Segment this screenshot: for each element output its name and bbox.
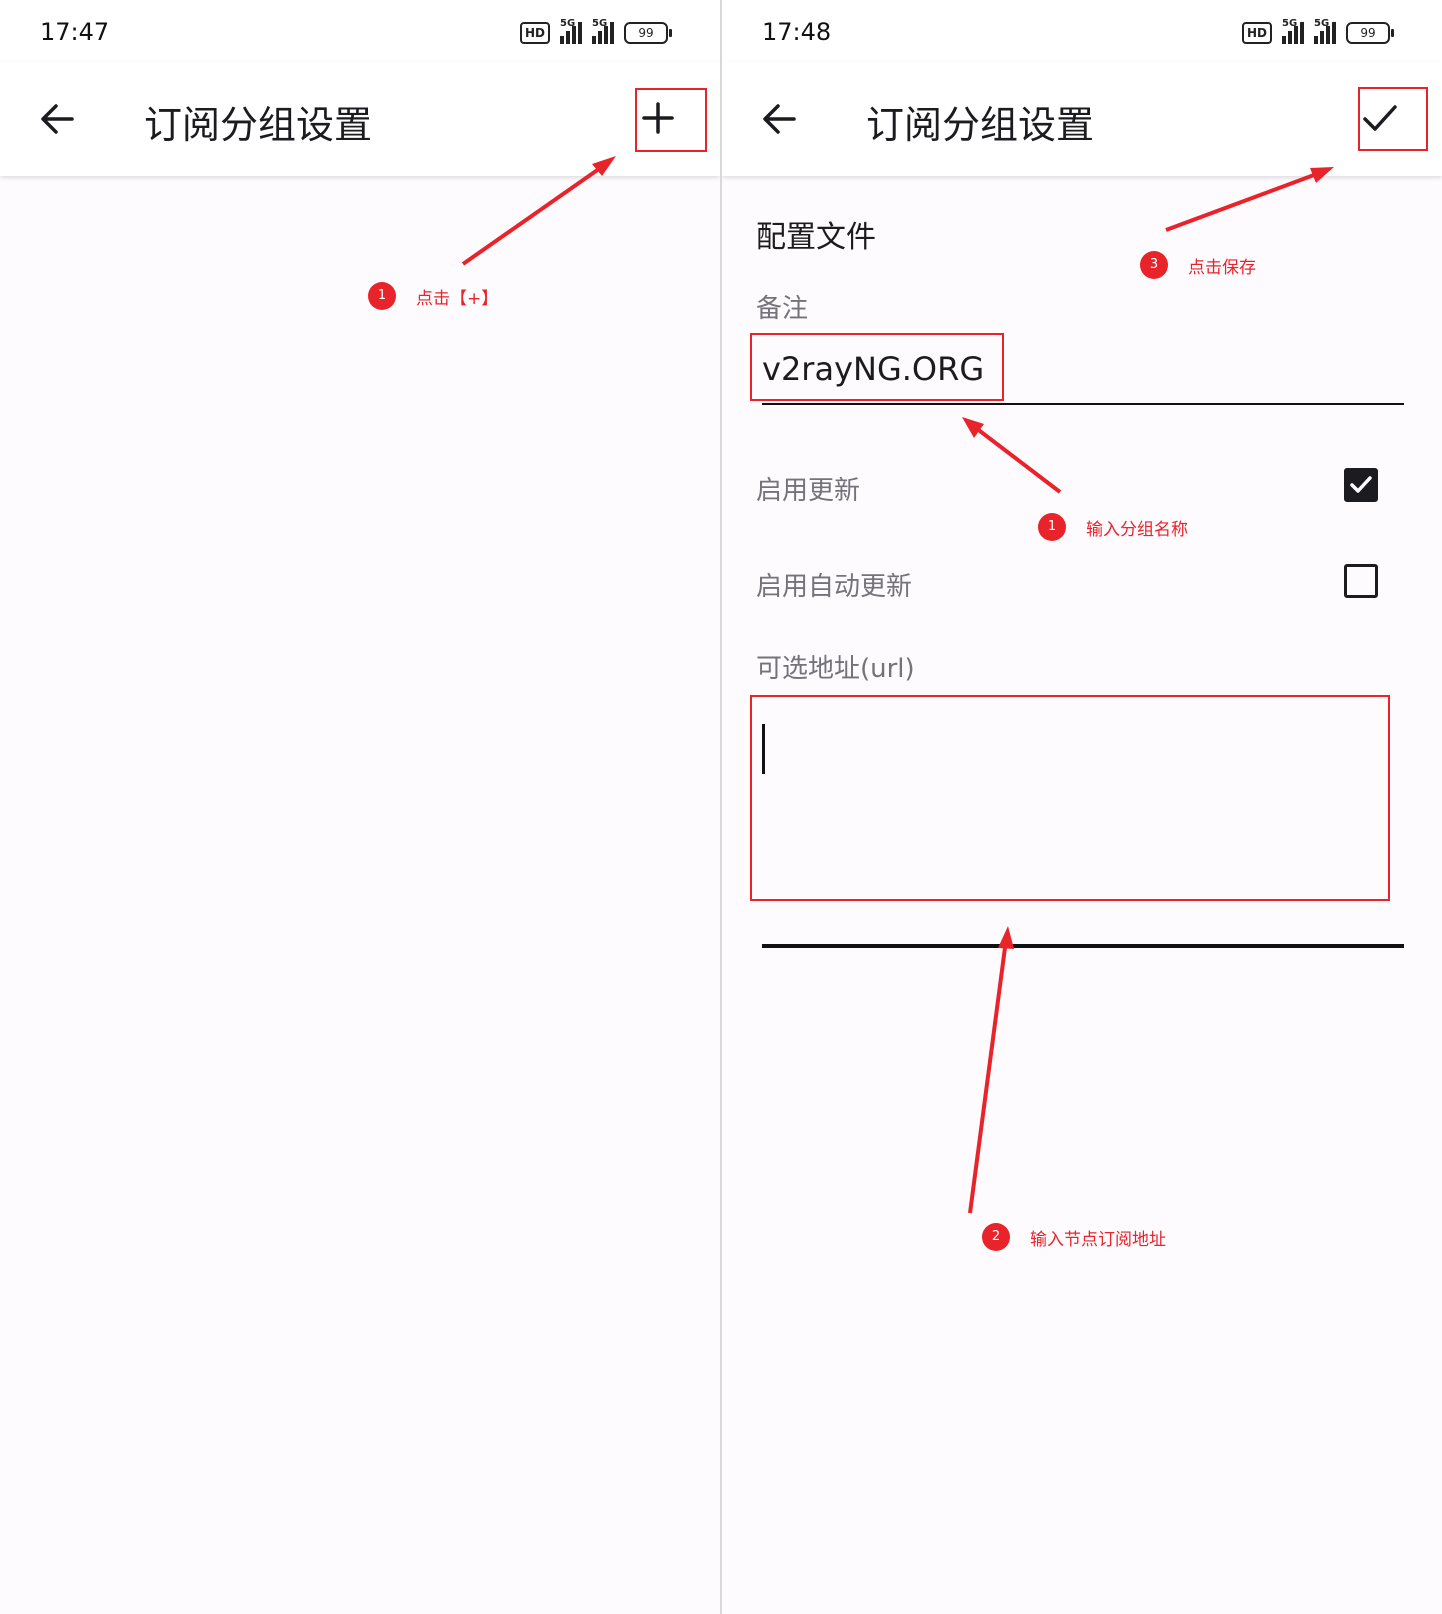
enable-update-checkbox[interactable]: [1344, 468, 1378, 502]
annotation-step-1: 1 点击【+】: [368, 282, 498, 310]
arrow-back-icon[interactable]: [34, 95, 82, 143]
status-time: 17:47: [40, 18, 110, 46]
highlight-save-button: [1358, 87, 1428, 151]
annotation-step-1: 1 输入分组名称: [1038, 513, 1188, 541]
status-icons: HD 5G 5G 99: [519, 18, 672, 46]
battery-icon: 99: [1346, 22, 1394, 44]
battery-icon: 99: [624, 22, 672, 44]
page-title: 订阅分组设置: [144, 103, 373, 147]
status-bar: 17:48 HD 5G 5G 99: [722, 0, 1442, 62]
arrow-back-icon[interactable]: [756, 95, 804, 143]
signal-icon: 5G: [1282, 18, 1304, 44]
url-label: 可选地址(url): [756, 654, 915, 684]
step-badge: 2: [982, 1223, 1010, 1251]
auto-update-checkbox[interactable]: [1344, 564, 1378, 598]
auto-update-label: 启用自动更新: [756, 572, 913, 602]
annotation-text: 点击【+】: [416, 288, 499, 309]
screenshot-panel-right: 17:48 HD 5G 5G 99 订阅分组设置 配置文件 备注 v2rayNG…: [722, 0, 1442, 1614]
app-bar: 订阅分组设置: [0, 62, 720, 176]
step-badge: 3: [1140, 251, 1168, 279]
enable-update-label: 启用更新: [756, 476, 861, 506]
annotation-text: 点击保存: [1188, 257, 1256, 278]
screenshot-panel-left: 17:47 HD 5G 5G 99 订阅分组设置 1 点击【+】: [0, 0, 720, 1614]
status-bar: 17:47 HD 5G 5G 99: [0, 0, 720, 62]
remark-underline: [762, 403, 1404, 405]
status-time: 17:48: [762, 18, 832, 46]
status-icons: HD 5G 5G 99: [1241, 18, 1394, 46]
section-title: 配置文件: [756, 220, 876, 255]
annotation-step-2: 2 输入节点订阅地址: [982, 1223, 1166, 1251]
annotation-text: 输入节点订阅地址: [1030, 1229, 1166, 1250]
annotation-step-3: 3 点击保存: [1140, 251, 1256, 279]
signal-icon: 5G: [1314, 18, 1336, 44]
highlight-remark-input: [750, 333, 1004, 401]
annotation-arrows: [461, 156, 616, 266]
highlight-url-input: [750, 695, 1390, 901]
signal-icon: 5G: [560, 18, 582, 44]
annotation-text: 输入分组名称: [1086, 519, 1188, 540]
page-title: 订阅分组设置: [866, 103, 1095, 147]
remark-label: 备注: [756, 294, 809, 324]
step-badge: 1: [1038, 513, 1066, 541]
url-underline: [762, 944, 1404, 948]
step-badge: 1: [368, 282, 396, 310]
hd-voice-icon: HD: [519, 22, 550, 44]
highlight-add-button: [635, 88, 707, 152]
checkbox-checked-icon: [1350, 476, 1372, 493]
hd-voice-icon: HD: [1241, 22, 1272, 44]
signal-icon: 5G: [592, 18, 614, 44]
app-bar: 订阅分组设置: [722, 62, 1442, 176]
